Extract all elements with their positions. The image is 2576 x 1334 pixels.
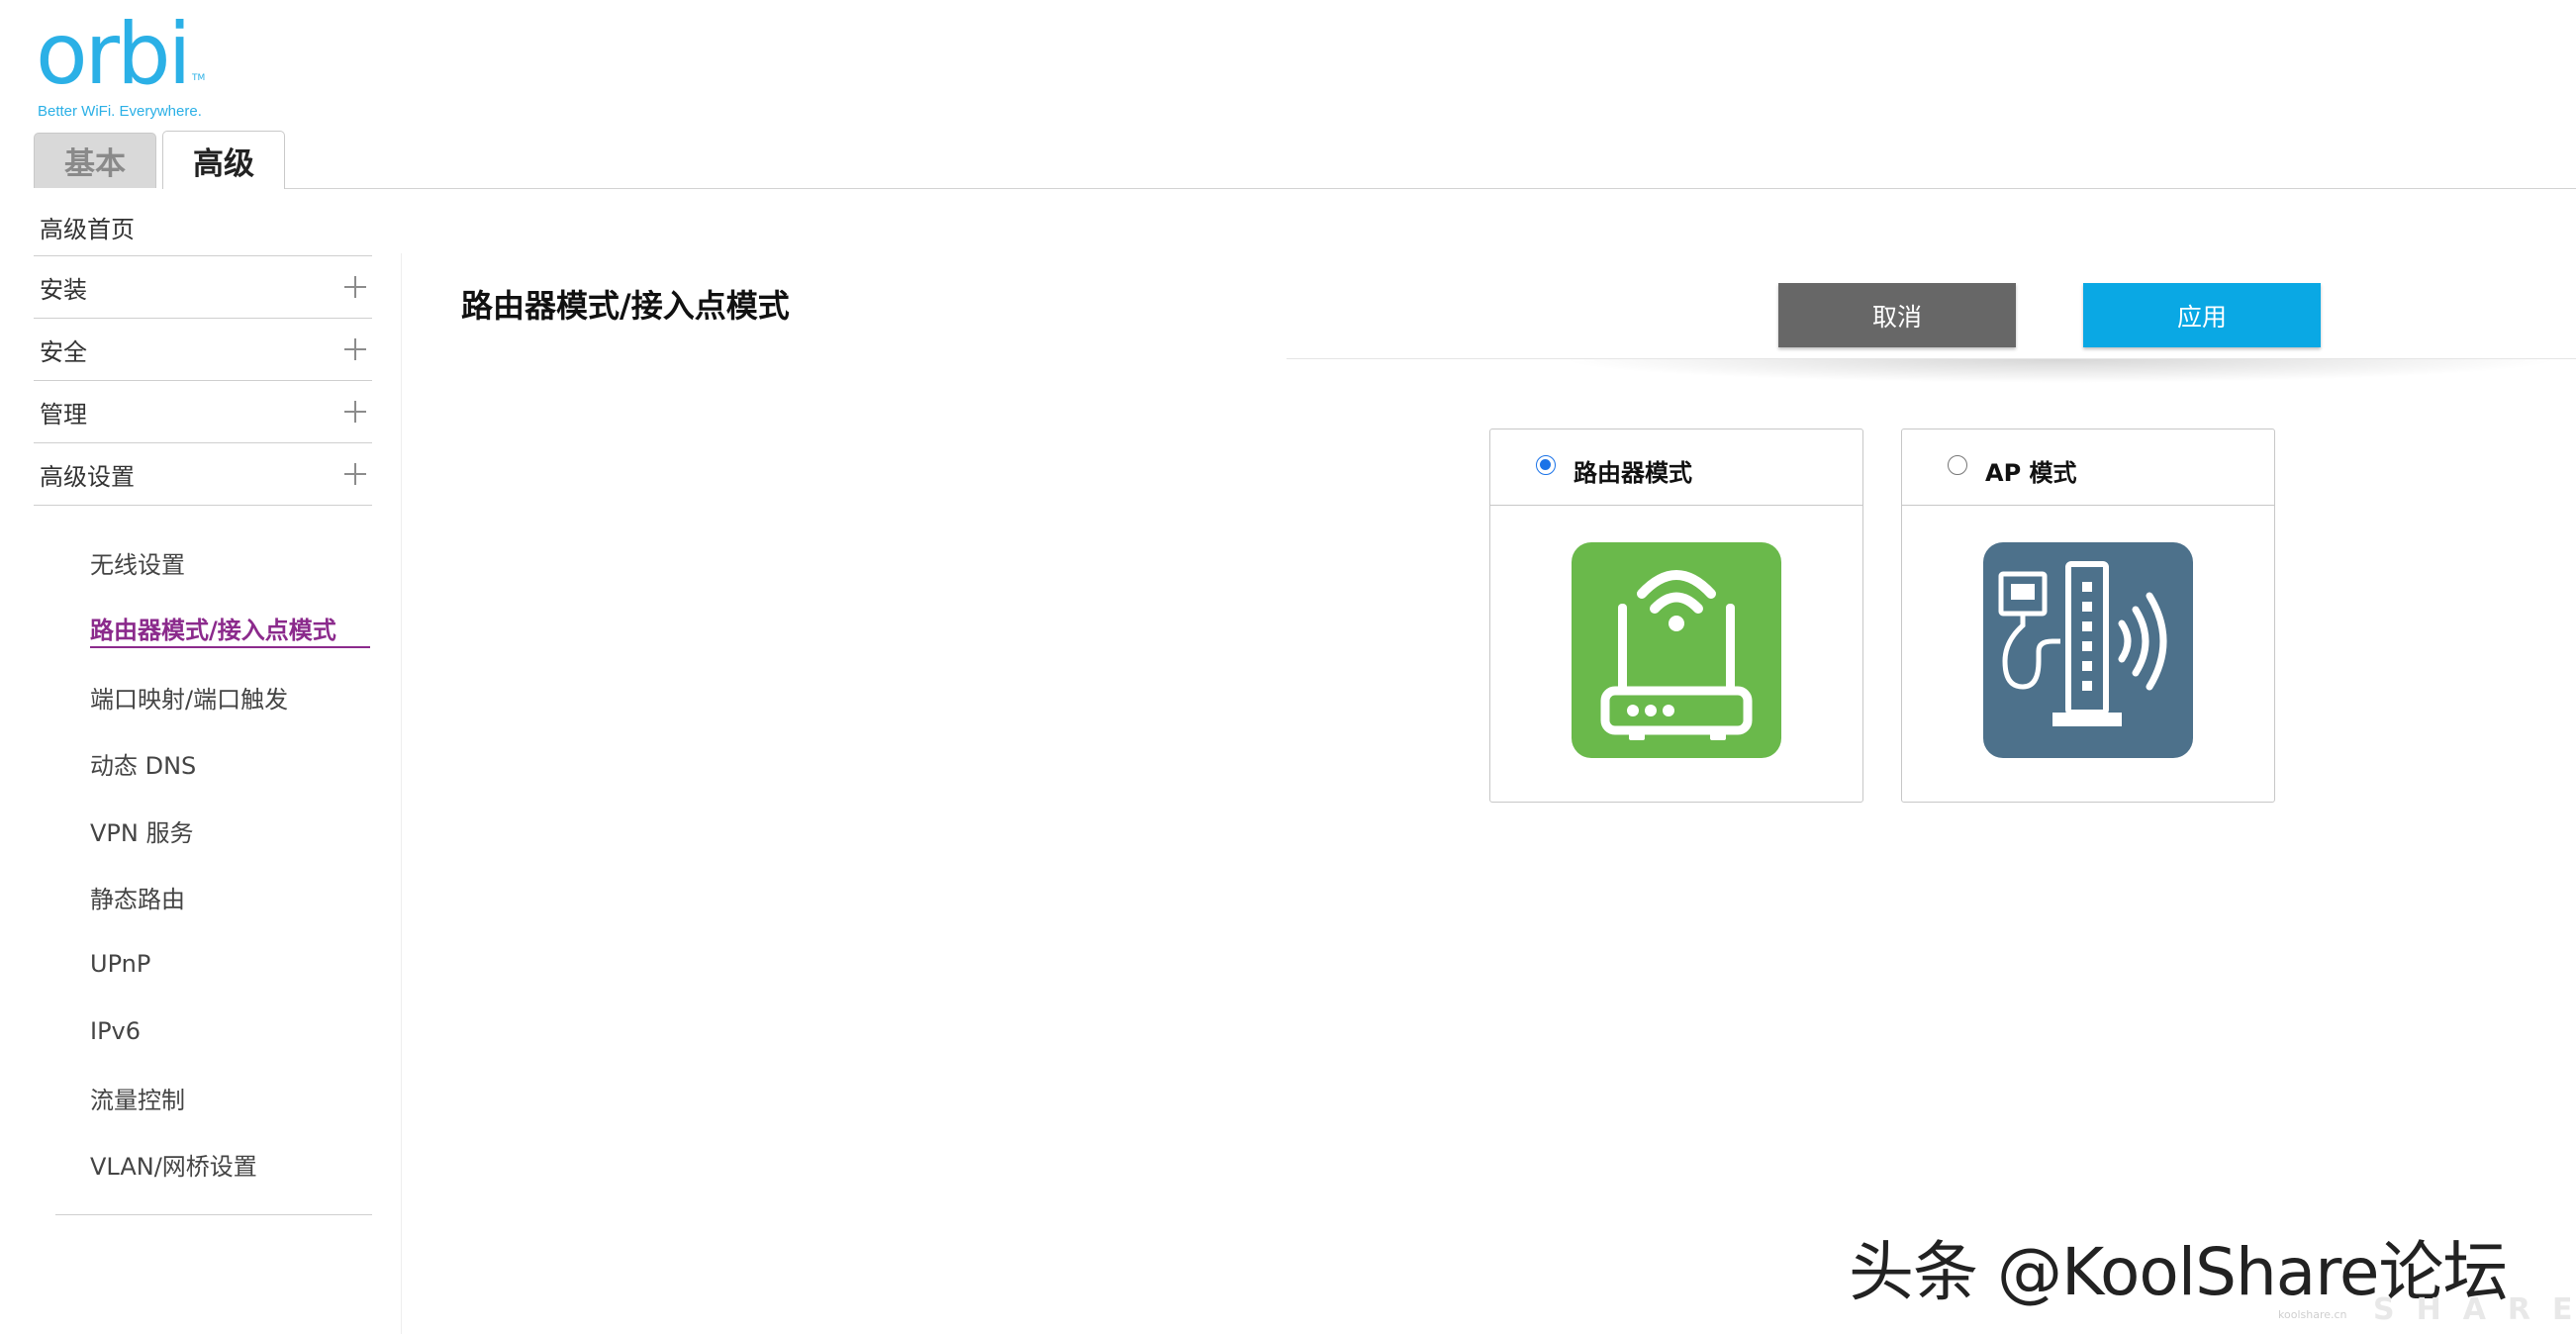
header-shadow-divider xyxy=(1287,358,2576,393)
sidebar-group-advanced-setup[interactable]: 高级设置 xyxy=(34,443,372,506)
ap-mode-radio[interactable] xyxy=(1948,455,1967,475)
active-underline xyxy=(90,645,370,648)
sidebar-item-static-routes[interactable]: 静态路由 xyxy=(34,864,372,931)
logo-trademark: TM xyxy=(192,73,206,83)
logo-wordmark: orbi xyxy=(36,5,191,104)
ap-mode-header[interactable]: AP 模式 xyxy=(1902,429,2274,506)
router-admin-page: orbi TM Better WiFi. Everywhere. 基本 高级 高… xyxy=(0,0,2576,1334)
sidebar-group-label: 高级设置 xyxy=(40,462,135,491)
advanced-setup-submenu: 无线设置 路由器模式/接入点模式 端口映射/端口触发 动态 DNS VPN 服务… xyxy=(34,506,372,1198)
plus-icon[interactable] xyxy=(344,401,366,423)
sidebar-group-label: 安装 xyxy=(40,275,87,304)
sidebar-item-vpn-service[interactable]: VPN 服务 xyxy=(34,798,372,865)
page-title: 路由器模式/接入点模式 xyxy=(461,287,790,325)
access-point-icon[interactable] xyxy=(1983,542,2193,758)
router-icon[interactable] xyxy=(1572,542,1781,758)
sidebar-bottom-divider xyxy=(55,1214,372,1215)
top-tabs: 基本 高级 xyxy=(34,131,285,189)
orbi-logo[interactable]: orbi TM Better WiFi. Everywhere. xyxy=(36,10,234,125)
sidebar-item-label: 路由器模式/接入点模式 xyxy=(90,616,336,644)
router-icon-graphic xyxy=(1600,570,1753,740)
sidebar-content-divider xyxy=(401,253,402,1334)
ap-mode-label[interactable]: AP 模式 xyxy=(1985,453,2077,488)
logo-tagline: Better WiFi. Everywhere. xyxy=(38,103,202,120)
tab-basic[interactable]: 基本 xyxy=(34,133,156,188)
plus-icon[interactable] xyxy=(344,276,366,298)
sidebar-item-ipv6[interactable]: IPv6 xyxy=(34,998,372,1065)
sidebar-group-label: 管理 xyxy=(40,400,87,429)
tab-divider xyxy=(285,188,2576,189)
sidebar-item-advanced-home[interactable]: 高级首页 xyxy=(34,198,372,255)
ap-mode-card[interactable]: AP 模式 xyxy=(1901,429,2275,803)
sidebar-group-label: 安全 xyxy=(40,337,87,366)
sidebar: 高级首页 安装 安全 管理 高级设置 无线设置 路由器模式/接入点模式 端口映射… xyxy=(34,198,372,1215)
watermark-share: SHARE xyxy=(2373,1292,2576,1327)
sidebar-group-administration[interactable]: 管理 xyxy=(34,381,372,443)
sidebar-item-traffic-control[interactable]: 流量控制 xyxy=(34,1065,372,1132)
sidebar-item-vlan-bridge[interactable]: VLAN/网桥设置 xyxy=(34,1131,372,1198)
cancel-button[interactable]: 取消 xyxy=(1778,283,2016,347)
sidebar-group-setup[interactable]: 安装 xyxy=(34,256,372,319)
router-mode-radio[interactable] xyxy=(1536,455,1556,475)
tab-advanced[interactable]: 高级 xyxy=(162,131,285,189)
router-mode-label[interactable]: 路由器模式 xyxy=(1574,453,1692,488)
watermark-site: koolshare.cn xyxy=(2278,1308,2347,1321)
access-point-icon-graphic xyxy=(1998,561,2167,726)
sidebar-group-security[interactable]: 安全 xyxy=(34,319,372,381)
sidebar-item-dynamic-dns[interactable]: 动态 DNS xyxy=(34,730,372,798)
router-mode-card[interactable]: 路由器模式 xyxy=(1489,429,1863,803)
plus-icon[interactable] xyxy=(344,338,366,360)
plus-icon[interactable] xyxy=(344,463,366,485)
apply-button[interactable]: 应用 xyxy=(2083,283,2321,347)
sidebar-item-upnp[interactable]: UPnP xyxy=(34,931,372,999)
sidebar-item-port-forwarding[interactable]: 端口映射/端口触发 xyxy=(34,664,372,731)
sidebar-item-router-ap-mode[interactable]: 路由器模式/接入点模式 xyxy=(34,597,372,650)
router-mode-header[interactable]: 路由器模式 xyxy=(1490,429,1862,506)
sidebar-item-wireless-settings[interactable]: 无线设置 xyxy=(34,529,372,597)
